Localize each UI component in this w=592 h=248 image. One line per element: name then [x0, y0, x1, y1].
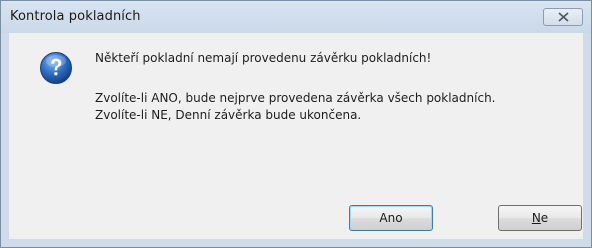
message-line-1: Někteří pokladní nemají provedenu závěrk… [95, 51, 432, 65]
question-icon [40, 52, 72, 84]
message-line-3: Zvolíte-li NE, Denní závěrka bude ukonče… [95, 108, 362, 122]
message-line-2: Zvolíte-li ANO, bude nejprve provedena z… [95, 91, 496, 105]
no-button-mnemonic: N [531, 211, 541, 225]
button-area [9, 189, 583, 239]
dialog-window: Kontrola pokladních Někteří pokladní nem… [0, 0, 592, 248]
yes-button[interactable]: Ano [349, 205, 433, 231]
title-bar[interactable]: Kontrola pokladních [1, 1, 591, 33]
no-button-label-rest: e [540, 211, 549, 225]
no-button[interactable]: Ne [498, 205, 582, 231]
close-icon [558, 12, 569, 22]
close-button[interactable] [543, 8, 583, 26]
window-title: Kontrola pokladních [10, 9, 141, 24]
